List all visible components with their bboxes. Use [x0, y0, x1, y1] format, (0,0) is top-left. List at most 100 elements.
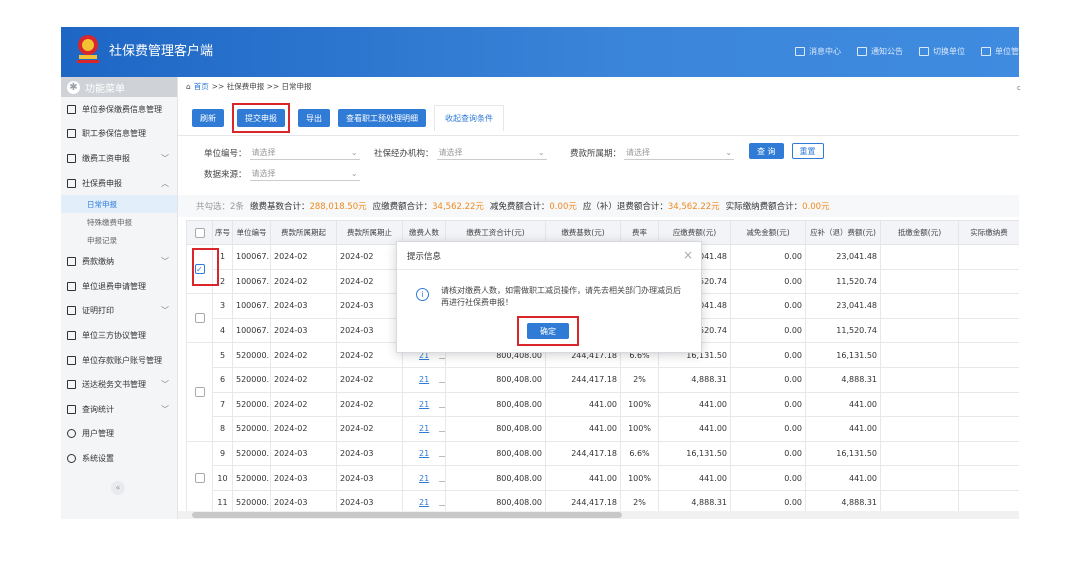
cell-base: 244,417.18: [545, 440, 621, 467]
cell-reduce: 0.00: [730, 293, 806, 319]
column-header: 减免金额(元): [730, 220, 806, 245]
people-count[interactable]: 21: [419, 400, 429, 409]
cell-rate: 2%: [620, 366, 659, 393]
table-row: 10 520000... 2024-03 2024-03 21 800,408.00 441…: [187, 465, 1019, 491]
cell-offset: [880, 244, 959, 270]
cell-reduce: 0.00: [730, 268, 806, 295]
download-icon[interactable]: [439, 401, 445, 408]
sidebar-item-user-manage[interactable]: 用户管理: [61, 422, 177, 447]
people-count[interactable]: 21: [419, 498, 429, 507]
gear-icon: ✱: [67, 80, 80, 94]
checkbox[interactable]: [194, 227, 205, 238]
row-select-cell[interactable]: [186, 342, 213, 442]
cell-unit: 520000...: [232, 366, 271, 393]
sidebar-subitem-daily-declare[interactable]: 日常申报: [61, 195, 177, 214]
people-count[interactable]: 21: [419, 424, 429, 433]
agency-select[interactable]: 请选择 ⌄: [436, 146, 547, 160]
row-select-cell[interactable]: [186, 440, 213, 516]
download-icon[interactable]: [439, 376, 445, 384]
wallet-icon: [67, 257, 76, 267]
select-all-header[interactable]: [186, 220, 213, 245]
sidebar-subitem-special-declare[interactable]: 特殊缴费申报: [61, 213, 177, 231]
sidebar-item-label: 送达税务文书管理: [82, 380, 146, 390]
cell-offset: [880, 317, 959, 344]
sidebar-item-certificate-print[interactable]: 证明打印 ﹀: [61, 299, 177, 324]
ok-button[interactable]: 确定: [527, 323, 569, 339]
cell-start: 2024-02: [270, 366, 337, 393]
close-icon[interactable]: ×: [683, 248, 693, 262]
query-button[interactable]: 查 询: [749, 143, 784, 159]
sidebar-item-tax-docs[interactable]: 送达税务文书管理 ﹀: [61, 372, 177, 397]
sidebar-item-label: 单位三方协议管理: [82, 330, 146, 340]
cell-actual: [958, 391, 1019, 418]
cell-start: 2024-02: [270, 342, 337, 368]
sidebar-item-refund[interactable]: 单位退费申请管理: [61, 274, 177, 299]
actual-total: 实际缴纳费额合计：0.00元: [726, 200, 830, 212]
summary-label: 缴费基数合计：: [249, 202, 310, 212]
cell-no: 7: [212, 391, 233, 418]
cell-refund: 23,041.48: [805, 293, 881, 319]
sidebar-item-wage-declare[interactable]: 缴费工资申报 ﹀: [61, 146, 177, 171]
sidebar-item-unit-insurance[interactable]: 单位参保缴费信息管理: [61, 97, 177, 122]
unit-code-select[interactable]: 请选择 ⌄: [249, 146, 360, 160]
sidebar-item-system-settings[interactable]: 系统设置: [61, 446, 177, 471]
cell-people-link[interactable]: 21: [402, 391, 446, 418]
cell-people-link[interactable]: 21: [402, 416, 446, 442]
sidebar-item-fee-declare[interactable]: 社保费申报 ︿: [61, 171, 177, 196]
list-icon: [67, 281, 76, 291]
cell-people-link[interactable]: 21: [402, 366, 446, 393]
source-row: 数据来源： 请选择 ⌄: [204, 167, 360, 181]
breadcrumb-path: >> 社保费申报 >> 日常申报: [211, 82, 312, 91]
sidebar-item-label: 用户管理: [82, 429, 114, 439]
collapse-query-tab[interactable]: 收起查询条件: [434, 105, 504, 131]
period-select[interactable]: 请选择 ⌄: [624, 146, 735, 160]
checkbox[interactable]: [194, 473, 205, 484]
agreement-icon: [67, 330, 76, 340]
export-button[interactable]: 导出: [298, 109, 330, 127]
download-icon[interactable]: [439, 450, 445, 458]
summary-bar: 共勾选：2条 缴费基数合计：288,018.50元 应缴费额合计：34,562.…: [178, 195, 1019, 217]
sidebar-subitem-declare-records[interactable]: 申报记录: [61, 231, 177, 249]
sidebar-item-employee-info[interactable]: 职工参保信息管理: [61, 122, 177, 147]
checkbox[interactable]: [194, 387, 205, 398]
home-icon: ⌂: [186, 82, 191, 91]
cell-no: 3: [212, 293, 233, 319]
download-icon[interactable]: [439, 499, 445, 507]
message-center-link[interactable]: 消息中心: [795, 46, 841, 57]
breadcrumb-home-link[interactable]: 首页: [194, 81, 209, 92]
cell-refund: 441.00: [805, 391, 881, 418]
switch-unit-link[interactable]: 切换单位: [919, 46, 965, 57]
people-count[interactable]: 21: [419, 449, 429, 458]
view-employee-detail-button[interactable]: 查看职工预处理明细: [338, 109, 426, 127]
source-select[interactable]: 请选择 ⌄: [249, 167, 360, 181]
sidebar: ✱ 功能菜单 单位参保缴费信息管理 职工参保信息管理 缴费工资申报 ﹀ 社保费申报…: [61, 77, 178, 519]
cell-people-link[interactable]: 21: [402, 440, 446, 467]
reset-button[interactable]: 重置: [791, 143, 824, 159]
submit-declare-button[interactable]: 提交申报: [237, 109, 285, 127]
sidebar-item-payment[interactable]: 费款缴纳 ﹀: [61, 249, 177, 274]
unit-manage-link[interactable]: 单位管: [981, 46, 1019, 57]
people-count[interactable]: 21: [419, 474, 429, 483]
sidebar-item-bank-account[interactable]: 单位存款账户账号管理: [61, 348, 177, 373]
download-icon[interactable]: [439, 475, 445, 482]
download-icon[interactable]: [439, 425, 445, 433]
refresh-button[interactable]: 刷新: [192, 109, 224, 127]
notice-link[interactable]: 通知公告: [857, 46, 903, 57]
checkbox[interactable]: [194, 313, 205, 324]
sidebar-item-query-stats[interactable]: 查询统计 ﹀: [61, 397, 177, 422]
stack-icon: [67, 380, 76, 390]
swap-icon: [919, 47, 929, 56]
cell-end: 2024-03: [336, 465, 403, 491]
row-select-cell[interactable]: [186, 293, 213, 344]
document-icon: [67, 178, 76, 188]
cell-refund: 16,131.50: [805, 440, 881, 467]
sidebar-item-tripartite[interactable]: 单位三方协议管理: [61, 323, 177, 348]
summary-value: 0.00元: [802, 202, 830, 212]
horizontal-scrollbar[interactable]: [178, 511, 1019, 519]
sidebar-collapse-button[interactable]: «: [111, 481, 125, 495]
scrollbar-thumb[interactable]: [192, 512, 622, 518]
cell-unit: 100067...: [232, 268, 271, 295]
cell-people-link[interactable]: 21: [402, 465, 446, 491]
sidebar-item-label: 费款缴纳: [82, 257, 114, 267]
people-count[interactable]: 21: [419, 375, 429, 384]
